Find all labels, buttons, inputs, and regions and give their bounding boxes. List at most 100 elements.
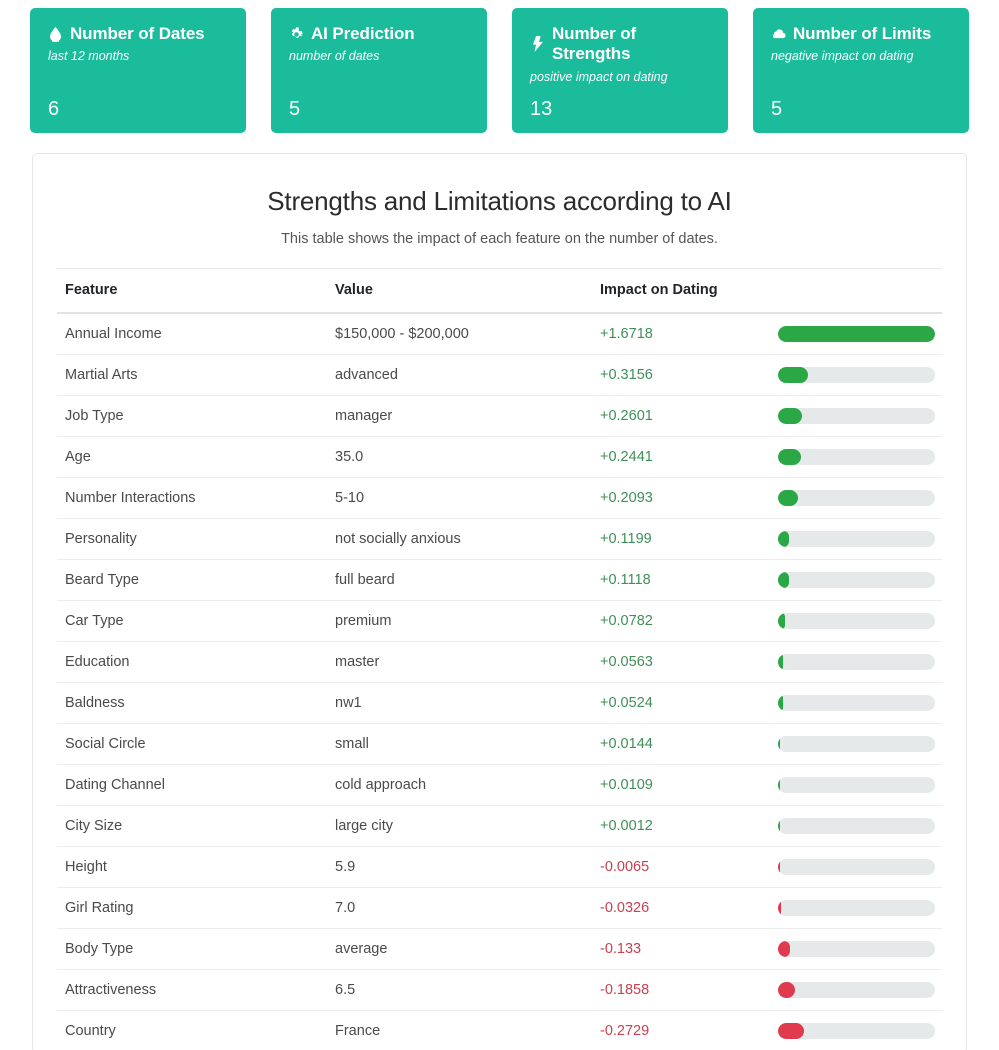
impact-bar-track	[778, 941, 935, 958]
cell-impact-bar	[770, 1010, 942, 1050]
column-header-feature[interactable]: Feature	[57, 268, 327, 315]
kpi-card-value: 5	[771, 98, 783, 121]
cell-value: small	[327, 723, 592, 766]
panel-subtitle: This table shows the impact of each feat…	[281, 231, 718, 248]
kpi-card-title-text: Number of Dates	[70, 24, 205, 43]
cell-impact-bar	[770, 969, 942, 1012]
impact-bar-track	[778, 613, 935, 630]
cell-impact-score: +0.2441	[592, 436, 770, 479]
cell-feature: Car Type	[57, 600, 327, 643]
impact-bar-track	[778, 1023, 935, 1040]
cell-value: premium	[327, 600, 592, 643]
impact-bar-track	[778, 654, 935, 671]
cell-impact-score: +0.0144	[592, 723, 770, 766]
cell-feature: Height	[57, 846, 327, 889]
table-row: Age 35.0 +0.2441	[57, 436, 942, 479]
column-header-value[interactable]: Value	[327, 268, 592, 315]
kpi-card-title-text: Number of Strengths	[552, 24, 637, 64]
table-row: Car Type premium +0.0782	[57, 600, 942, 643]
cell-impact-score: +0.2601	[592, 395, 770, 438]
page-title: Strengths and Limitations according to A…	[267, 186, 732, 217]
impact-bar-fill	[778, 367, 808, 384]
column-header-impact[interactable]: Impact on Dating	[592, 268, 770, 315]
kpi-card-subtitle: last 12 months	[48, 49, 130, 64]
cell-value: large city	[327, 805, 592, 848]
table-row: Education master +0.0563	[57, 641, 942, 684]
cell-value: not socially anxious	[327, 518, 592, 561]
impact-bar-fill	[778, 613, 786, 630]
impact-bar-fill	[778, 736, 780, 753]
cell-value: $150,000 - $200,000	[327, 313, 592, 356]
impact-bar-track	[778, 367, 935, 384]
cell-feature: Attractiveness	[57, 969, 327, 1012]
impact-bar-track	[778, 326, 935, 343]
kpi-card-value: 13	[530, 98, 553, 121]
cell-impact-bar	[770, 805, 942, 848]
cell-feature: Girl Rating	[57, 887, 327, 930]
kpi-card-title: Number of Dates	[48, 24, 228, 44]
cell-value: 5.9	[327, 846, 592, 889]
cell-impact-score: -0.133	[592, 928, 770, 971]
cell-value: full beard	[327, 559, 592, 602]
cell-impact-bar	[770, 887, 942, 930]
impact-bar-track	[778, 736, 935, 753]
cell-impact-score: +0.0563	[592, 641, 770, 684]
cell-feature: Education	[57, 641, 327, 684]
impact-bar-track	[778, 859, 935, 876]
cell-impact-score: -0.0326	[592, 887, 770, 930]
cell-impact-bar	[770, 518, 942, 561]
cell-impact-score: -0.1858	[592, 969, 770, 1012]
impact-bar-track	[778, 777, 935, 794]
cell-impact-bar	[770, 846, 942, 889]
cell-impact-score: +0.0524	[592, 682, 770, 725]
kpi-card-title-text: Number of Limits	[793, 24, 932, 43]
cell-impact-score: +0.0782	[592, 600, 770, 643]
kpi-card-title-text: AI Prediction	[311, 24, 415, 43]
table-row: Martial Arts advanced +0.3156	[57, 354, 942, 397]
cell-value: manager	[327, 395, 592, 438]
cell-value: 5-10	[327, 477, 592, 520]
impact-bar-track	[778, 818, 935, 835]
impact-bar-fill	[778, 777, 780, 794]
impact-bar-fill	[778, 572, 789, 589]
kpi-card-subtitle: number of dates	[289, 49, 380, 64]
impact-bar-track	[778, 408, 935, 425]
cell-impact-bar	[770, 764, 942, 807]
cell-feature: Annual Income	[57, 313, 327, 356]
kpi-card-title: AI Prediction	[289, 24, 469, 44]
kpi-card-title: Number of Limits	[771, 24, 951, 44]
impact-table: Feature Value Impact on Dating Annual In…	[57, 268, 942, 1050]
cell-impact-bar	[770, 313, 942, 356]
tint-icon	[48, 26, 63, 43]
kpi-card-value: 5	[289, 98, 301, 121]
cell-value: nw1	[327, 682, 592, 725]
cell-impact-score: +0.0012	[592, 805, 770, 848]
cell-impact-bar	[770, 559, 942, 602]
impact-bar-fill	[778, 654, 784, 671]
table-row: Beard Type full beard +0.1118	[57, 559, 942, 602]
table-header-row: Feature Value Impact on Dating	[57, 268, 942, 315]
cell-feature: Age	[57, 436, 327, 479]
cell-feature: Martial Arts	[57, 354, 327, 397]
cell-feature: Job Type	[57, 395, 327, 438]
cell-value: France	[327, 1010, 592, 1050]
cell-feature: Dating Channel	[57, 764, 327, 807]
impact-bar-track	[778, 449, 935, 466]
bolt-icon	[530, 36, 545, 53]
column-header-bar	[770, 268, 942, 315]
table-row: City Size large city +0.0012	[57, 805, 942, 848]
cell-impact-bar	[770, 682, 942, 725]
cell-impact-bar	[770, 641, 942, 684]
impact-bar-fill	[778, 1023, 804, 1040]
impact-bar-fill	[778, 695, 783, 712]
kpi-card: Number of Limits negative impact on datin…	[753, 8, 969, 134]
cell-impact-score: +1.6718	[592, 313, 770, 356]
table-row: Girl Rating 7.0 -0.0326	[57, 887, 942, 930]
cell-impact-score: +0.2093	[592, 477, 770, 520]
table-body: Annual Income $150,000 - $200,000 +1.6718 M…	[57, 313, 942, 1050]
table-row: Body Type average -0.133	[57, 928, 942, 971]
impact-bar-fill	[778, 982, 796, 999]
cell-impact-bar	[770, 723, 942, 766]
impact-bar-fill	[778, 449, 801, 466]
table-row: Dating Channel cold approach +0.0109	[57, 764, 942, 807]
